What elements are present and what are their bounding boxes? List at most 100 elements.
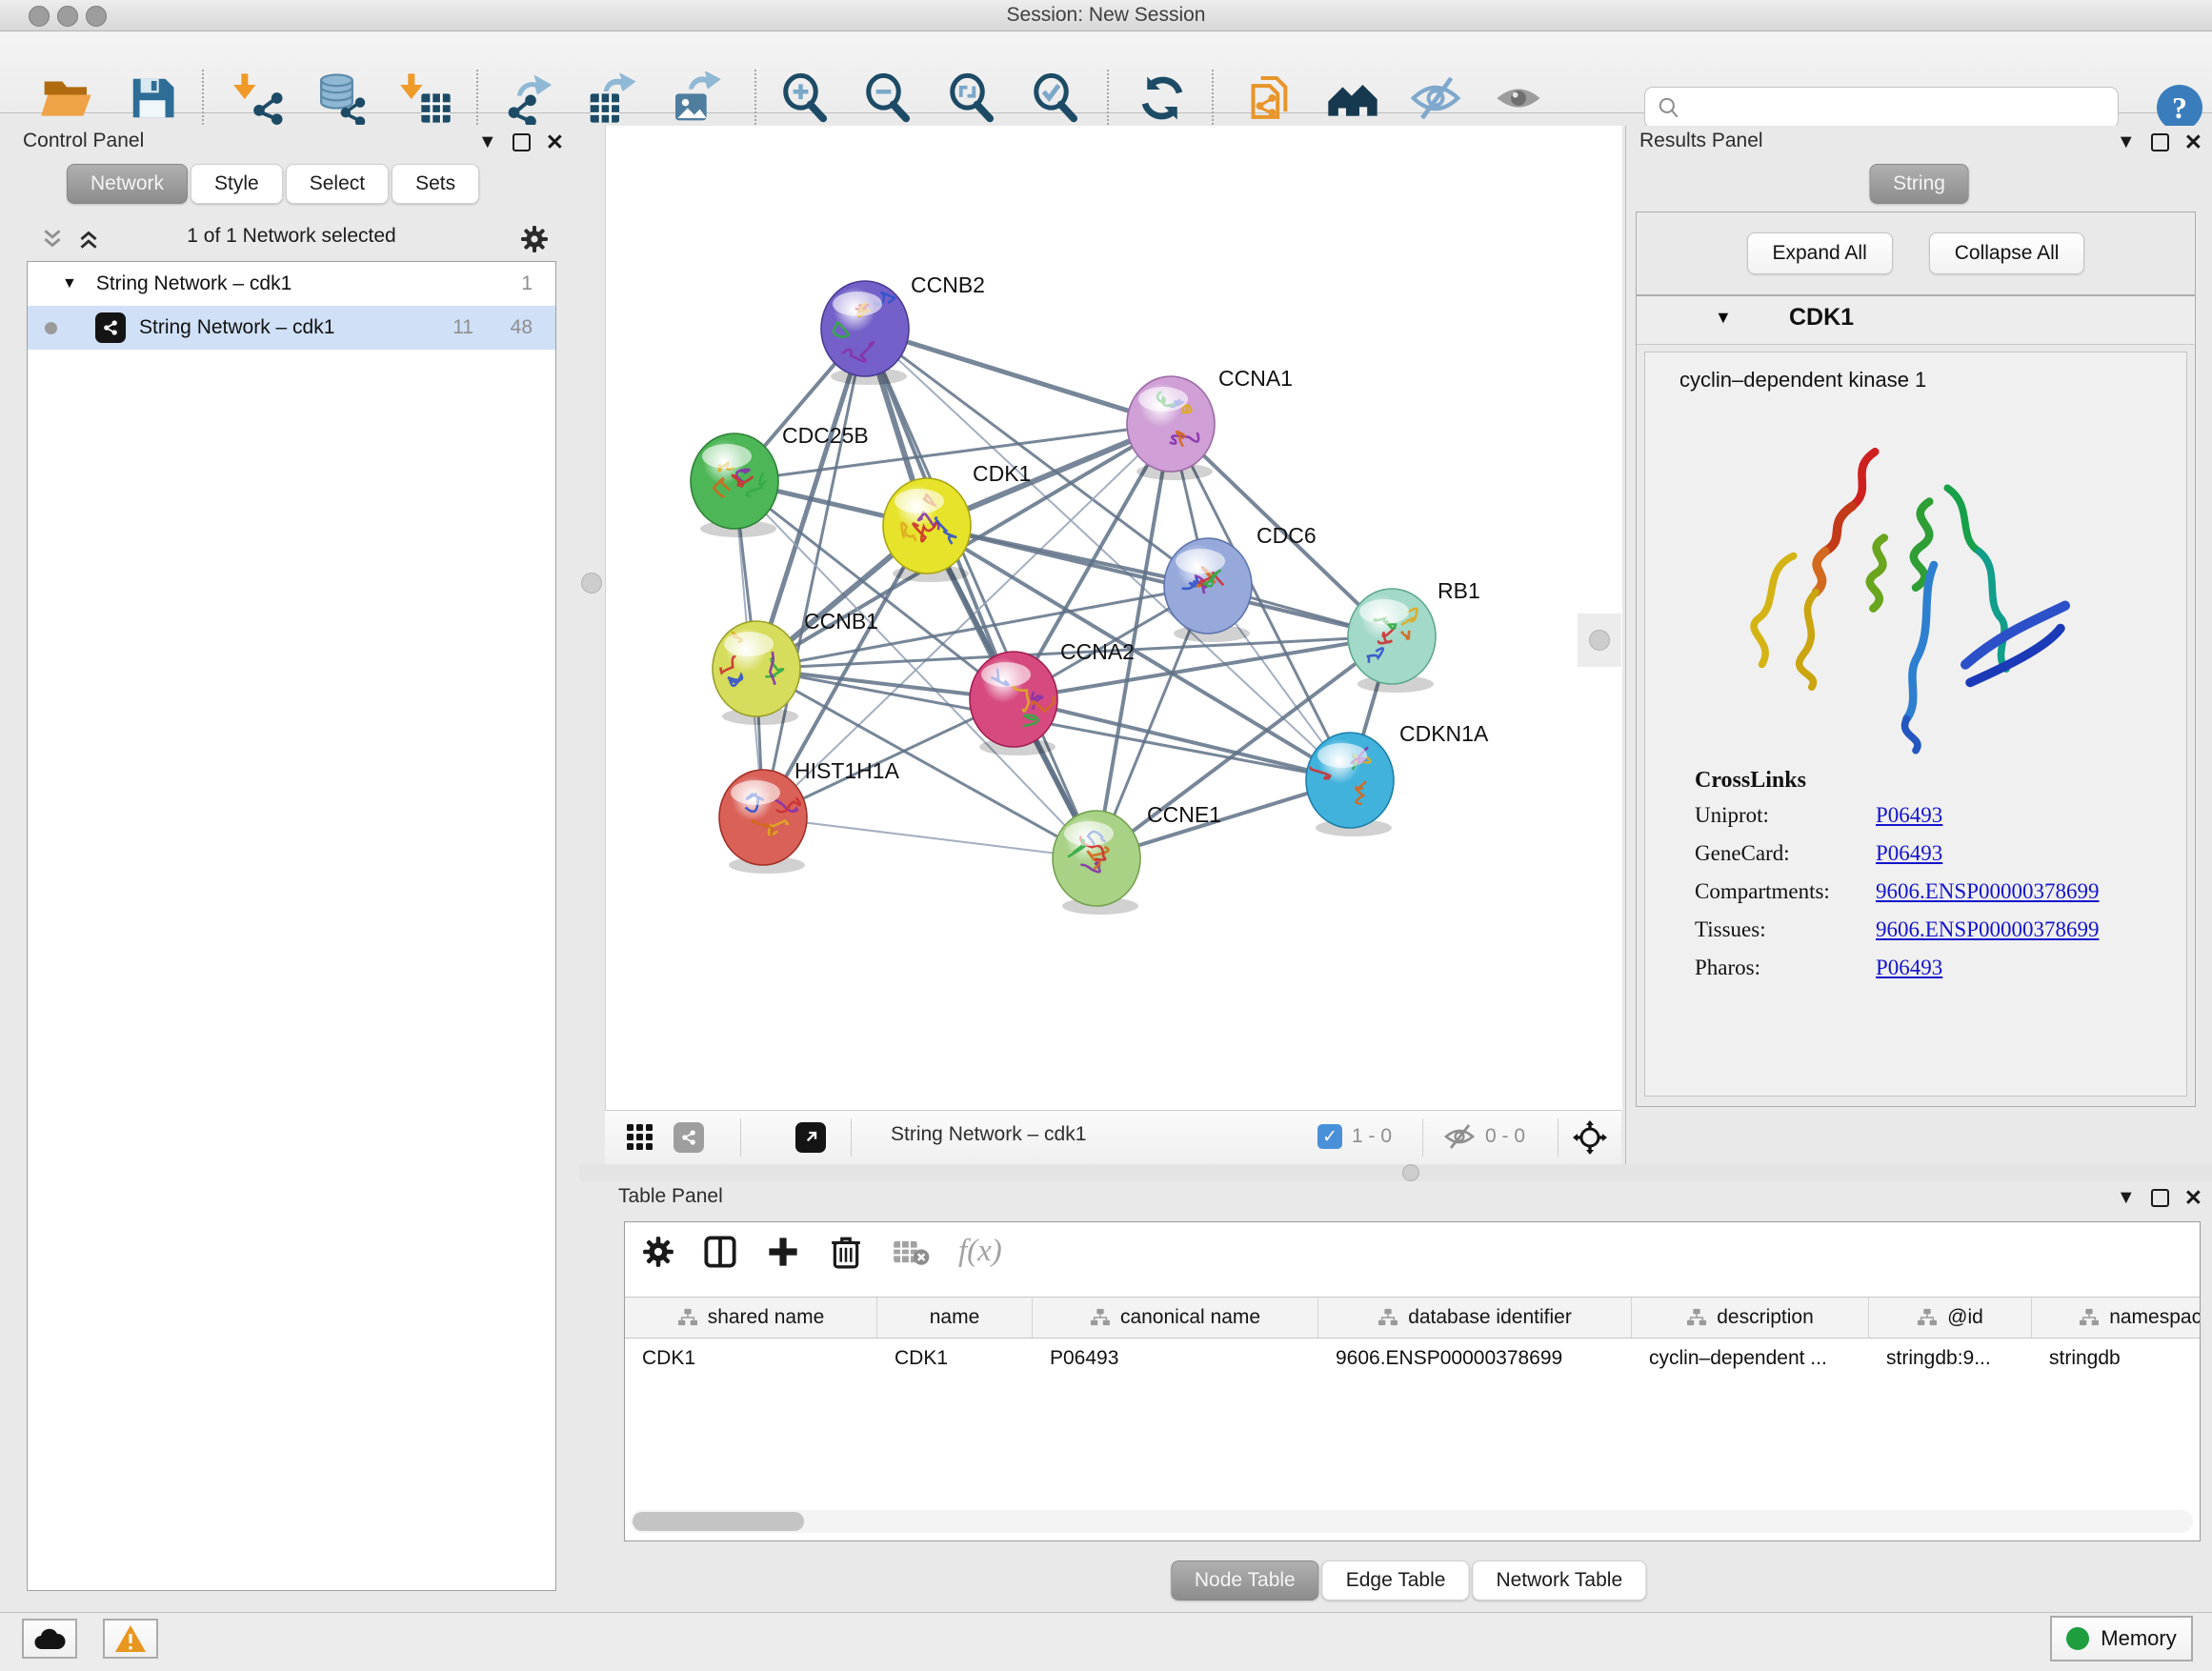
- network-options-gear-icon[interactable]: [520, 225, 549, 253]
- network-edge[interactable]: [763, 817, 1096, 858]
- import-network-file-icon[interactable]: [229, 68, 290, 129]
- network-edge[interactable]: [865, 329, 1171, 424]
- network-documents-icon[interactable]: [1239, 68, 1300, 129]
- import-table-file-icon[interactable]: [395, 68, 456, 129]
- column-header-namespace[interactable]: namespace: [2032, 1298, 2201, 1338]
- table-row[interactable]: CDK1CDK1P064939606.ENSP00000378699cyclin…: [625, 1339, 2201, 1379]
- network-node-hist1h1a[interactable]: HIST1H1A: [719, 758, 900, 874]
- hidden-eye-icon[interactable]: [1443, 1122, 1476, 1151]
- home-welcome-icon[interactable]: [1322, 68, 1383, 129]
- birds-eye-grid-icon[interactable]: [626, 1123, 654, 1152]
- network-node-cdc6[interactable]: CDC6: [1164, 523, 1317, 642]
- export-image-icon[interactable]: [665, 68, 726, 129]
- node-label: CCNA2: [1060, 639, 1135, 664]
- tab-select[interactable]: Select: [286, 164, 389, 204]
- string-network-graph[interactable]: CCNB2CCNA1CDC25BCDK1CDC6RB1CCNB1CCNA2CDK…: [606, 126, 1622, 1110]
- protein-header[interactable]: ▼ CDK1: [1637, 296, 2195, 345]
- refresh-icon[interactable]: [1132, 68, 1193, 129]
- import-network-database-icon[interactable]: [310, 68, 371, 129]
- panel-minimize-icon[interactable]: ▼: [2117, 131, 2136, 153]
- crosslink-link[interactable]: P06493: [1876, 956, 1942, 980]
- panel-float-icon[interactable]: [513, 133, 531, 151]
- selected-checkbox-icon[interactable]: ✓: [1317, 1124, 1342, 1149]
- expand-all-button[interactable]: Expand All: [1747, 232, 1893, 274]
- panel-float-icon[interactable]: [2151, 1189, 2169, 1207]
- delete-column-trash-icon[interactable]: [829, 1235, 863, 1269]
- column-header-name[interactable]: name: [877, 1298, 1033, 1338]
- column-header-database-identifier[interactable]: database identifier: [1318, 1298, 1632, 1338]
- collapse-all-button[interactable]: Collapse All: [1929, 232, 2085, 274]
- toolbar-search[interactable]: [1644, 87, 2119, 129]
- fit-selected-crosshair-icon[interactable]: [1573, 1120, 1607, 1155]
- save-session-icon[interactable]: [122, 68, 183, 129]
- network-collection-row[interactable]: ▼ String Network – cdk1 1: [28, 262, 555, 306]
- table-cell[interactable]: stringdb:9...: [1869, 1339, 2032, 1379]
- export-network-icon[interactable]: [500, 68, 561, 129]
- panel-close-icon[interactable]: ✕: [2184, 1185, 2202, 1211]
- horizontal-splitter[interactable]: [579, 1164, 2212, 1181]
- create-column-plus-icon[interactable]: [766, 1235, 800, 1269]
- help-button[interactable]: ?: [2157, 85, 2202, 131]
- column-header-description[interactable]: description: [1632, 1298, 1869, 1338]
- network-canvas[interactable]: CCNB2CCNA1CDC25BCDK1CDC6RB1CCNB1CCNA2CDK…: [605, 126, 1622, 1110]
- collection-expander-icon[interactable]: ▼: [62, 275, 77, 292]
- protein-expander-icon[interactable]: ▼: [1715, 308, 1732, 328]
- zoom-in-icon[interactable]: [774, 68, 835, 129]
- panel-float-icon[interactable]: [2151, 133, 2169, 151]
- network-node-cdkn1a[interactable]: CDKN1A: [1306, 721, 1489, 836]
- table-cell[interactable]: CDK1: [625, 1339, 877, 1379]
- network-edge[interactable]: [927, 526, 1392, 636]
- panel-minimize-icon[interactable]: ▼: [478, 131, 497, 153]
- tab-string[interactable]: String: [1869, 164, 1969, 204]
- search-input[interactable]: [1681, 96, 2095, 120]
- tab-network-table[interactable]: Network Table: [1472, 1560, 1646, 1601]
- right-splitter-handle[interactable]: [1578, 614, 1621, 667]
- cloud-status-button[interactable]: [22, 1619, 77, 1659]
- table-cell[interactable]: CDK1: [877, 1339, 1033, 1379]
- column-header--id[interactable]: @id: [1869, 1298, 2032, 1338]
- panel-close-icon[interactable]: ✕: [2184, 130, 2202, 155]
- tab-sets[interactable]: Sets: [392, 164, 479, 204]
- tab-style[interactable]: Style: [191, 164, 283, 204]
- network-node-ccnb2[interactable]: CCNB2: [821, 272, 985, 385]
- tab-edge-table[interactable]: Edge Table: [1322, 1560, 1470, 1601]
- crosslink-link[interactable]: 9606.ENSP00000378699: [1876, 879, 2100, 904]
- network-node-rb1[interactable]: RB1: [1348, 578, 1480, 693]
- panel-minimize-icon[interactable]: ▼: [2117, 1187, 2136, 1209]
- table-cell[interactable]: P06493: [1033, 1339, 1318, 1379]
- graphics-details-eye-slash-icon[interactable]: [1405, 68, 1466, 129]
- zoom-out-icon[interactable]: [857, 68, 918, 129]
- panel-close-icon[interactable]: ✕: [546, 130, 564, 155]
- open-in-window-icon[interactable]: [795, 1122, 826, 1153]
- network-node-ccna2[interactable]: CCNA2: [970, 639, 1135, 755]
- memory-button[interactable]: Memory: [2050, 1616, 2193, 1661]
- table-settings-gear-icon[interactable]: [642, 1236, 674, 1268]
- crosslink-link[interactable]: P06493: [1876, 803, 1942, 828]
- tab-network[interactable]: Network: [67, 164, 188, 204]
- scrollbar-thumb[interactable]: [633, 1512, 804, 1531]
- table-horizontal-scrollbar[interactable]: [631, 1510, 2193, 1533]
- table-cell[interactable]: cyclin–dependent ...: [1632, 1339, 1869, 1379]
- warning-status-button[interactable]: [103, 1619, 158, 1659]
- network-row-selected[interactable]: String Network – cdk1 11 48: [28, 306, 555, 350]
- network-edge[interactable]: [763, 329, 865, 817]
- column-header-shared-name[interactable]: shared name: [625, 1298, 877, 1338]
- left-splitter-handle[interactable]: [581, 573, 602, 594]
- export-table-icon[interactable]: [582, 68, 643, 129]
- network-node-ccne1[interactable]: CCNE1: [1053, 802, 1221, 915]
- table-cell[interactable]: stringdb: [2032, 1339, 2201, 1379]
- network-node-cdc25b[interactable]: CDC25B: [691, 423, 869, 537]
- column-header-canonical-name[interactable]: canonical name: [1033, 1298, 1318, 1338]
- toolbar-separator: [754, 70, 756, 125]
- table-cell[interactable]: 9606.ENSP00000378699: [1318, 1339, 1632, 1379]
- open-session-icon[interactable]: [36, 68, 97, 129]
- zoom-fit-icon[interactable]: [941, 68, 1002, 129]
- network-share-icon[interactable]: [674, 1122, 704, 1153]
- crosslink-link[interactable]: 9606.ENSP00000378699: [1876, 917, 2100, 942]
- tab-node-table[interactable]: Node Table: [1171, 1560, 1319, 1601]
- network-node-ccnb1[interactable]: CCNB1: [713, 609, 878, 725]
- zoom-selected-icon[interactable]: [1025, 68, 1086, 129]
- split-columns-icon[interactable]: [703, 1235, 737, 1269]
- crosslink-link[interactable]: P06493: [1876, 841, 1942, 866]
- network-edge[interactable]: [865, 329, 1096, 858]
